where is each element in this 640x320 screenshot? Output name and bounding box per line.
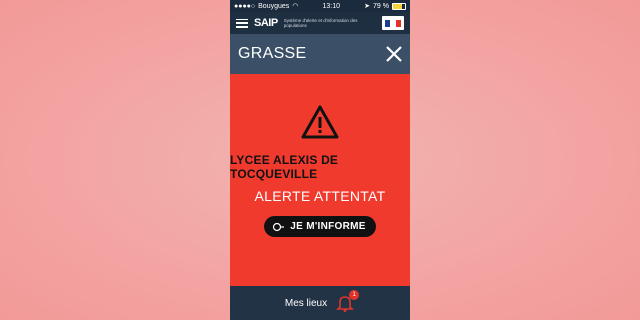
- logo-subtitle: Système d'alerte et d'information des po…: [283, 18, 358, 28]
- je-m-informe-button[interactable]: JE M'INFORME: [264, 216, 376, 237]
- alert-type: ALERTE ATTENTAT: [254, 188, 386, 204]
- location-icon: ➤: [364, 3, 371, 10]
- alert-panel: LYCEE ALEXIS DE TOCQUEVILLE ALERTE ATTEN…: [230, 74, 410, 286]
- status-bar: ●●●●○ Bouygues ◠ 13:10 ➤ 79 %: [230, 0, 410, 12]
- wifi-icon: ◠: [292, 3, 299, 10]
- je-m-informe-label: JE M'INFORME: [290, 221, 366, 232]
- saip-logo: SAIP: [254, 17, 278, 29]
- pointing-hand-icon: [273, 222, 285, 231]
- battery-icon: [391, 2, 406, 10]
- app-header: SAIP Système d'alerte et d'information d…: [230, 12, 410, 34]
- republique-francaise-logo: [382, 16, 404, 30]
- notification-badge: 1: [349, 290, 360, 300]
- warning-triangle-icon: [301, 105, 339, 139]
- bottom-bar: Mes lieux 1: [230, 286, 410, 320]
- phone-screen: ●●●●○ Bouygues ◠ 13:10 ➤ 79 % SAIP Systè…: [230, 0, 410, 320]
- status-time: 13:10: [322, 2, 341, 10]
- alert-place: LYCEE ALEXIS DE TOCQUEVILLE: [230, 153, 339, 181]
- close-icon[interactable]: [384, 44, 404, 64]
- mes-lieux-link[interactable]: Mes lieux: [285, 298, 327, 309]
- menu-icon[interactable]: [236, 18, 248, 28]
- city-name: GRASSE: [238, 45, 307, 62]
- battery-percent: 79 %: [373, 2, 389, 10]
- city-bar: GRASSE: [230, 34, 410, 74]
- alerts-bell-button[interactable]: 1: [335, 290, 360, 313]
- carrier-name: Bouygues: [258, 2, 290, 10]
- signal-icon: ●●●●○: [234, 2, 256, 10]
